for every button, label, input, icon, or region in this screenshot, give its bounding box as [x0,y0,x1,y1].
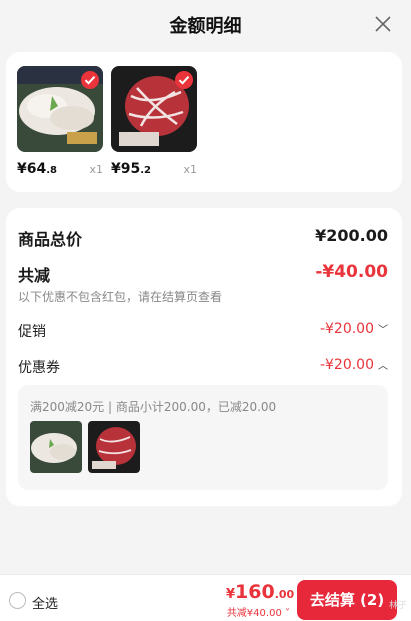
checkout-button[interactable]: 去结算 (2) [297,580,397,620]
coupon-detail-text: 满200减20元 | 商品小计200.00，已减20.00 [30,400,277,414]
coupon-product-thumb-steak [88,421,140,473]
payable-reduction[interactable]: 共减¥40.00 ˅ [226,604,290,619]
coupon-value: -¥20.00 ︿ [319,357,388,373]
product-image-steak [111,66,197,152]
total-reduction-label: 共减 [18,266,51,285]
payable-amount: ¥160.00 [226,581,295,603]
total-price-value: ¥200.00 [315,226,388,245]
product-price: ¥64.8 [17,161,57,177]
product-qty: x1 [183,163,197,176]
price-breakdown-card: 商品总价 ¥200.00 共减 -¥40.00 以下优惠不包含红包，请在结算页查… [6,208,402,506]
checkmark-icon[interactable] [175,71,193,89]
select-all-radio[interactable] [9,592,26,609]
payable-summary: ¥160.00 共减¥40.00 ˅ [226,581,295,619]
chevron-up-icon: ︿ [378,361,388,372]
total-reduction-value: -¥40.00 [315,262,388,282]
select-all-label[interactable]: 全选 [32,593,58,612]
product-item[interactable]: ¥64.8 x1 [17,66,103,177]
coupon-label: 优惠券 [18,360,60,376]
coupon-detail: 满200减20元 | 商品小计200.00，已减20.00 [18,385,388,490]
chevron-down-icon: ﹀ [378,325,388,336]
footer-bar: 全选 ¥160.00 共减¥40.00 ˅ 去结算 (2) [0,574,411,621]
product-price: ¥95.2 [111,161,151,177]
product-image-tendon [17,66,103,152]
checkmark-icon[interactable] [81,71,99,89]
products-card: ¥64.8 x1 ¥95.2 x1 [6,52,402,192]
promotion-label: 促销 [18,324,46,340]
product-qty: x1 [89,163,103,176]
chevron-down-icon: ˅ [281,608,290,619]
header: 金额明细 [0,0,411,50]
page-title: 金额明细 [169,16,242,37]
watermark: 林子 [388,601,407,611]
product-item[interactable]: ¥95.2 x1 [111,66,197,177]
coupon-product-thumb-tendon [30,421,82,473]
discount-note: 以下优惠不包含红包，请在结算页查看 [18,290,223,304]
promotion-value: -¥20.00 ﹀ [319,321,388,337]
total-price-label: 商品总价 [18,230,83,249]
close-icon[interactable] [373,14,393,34]
